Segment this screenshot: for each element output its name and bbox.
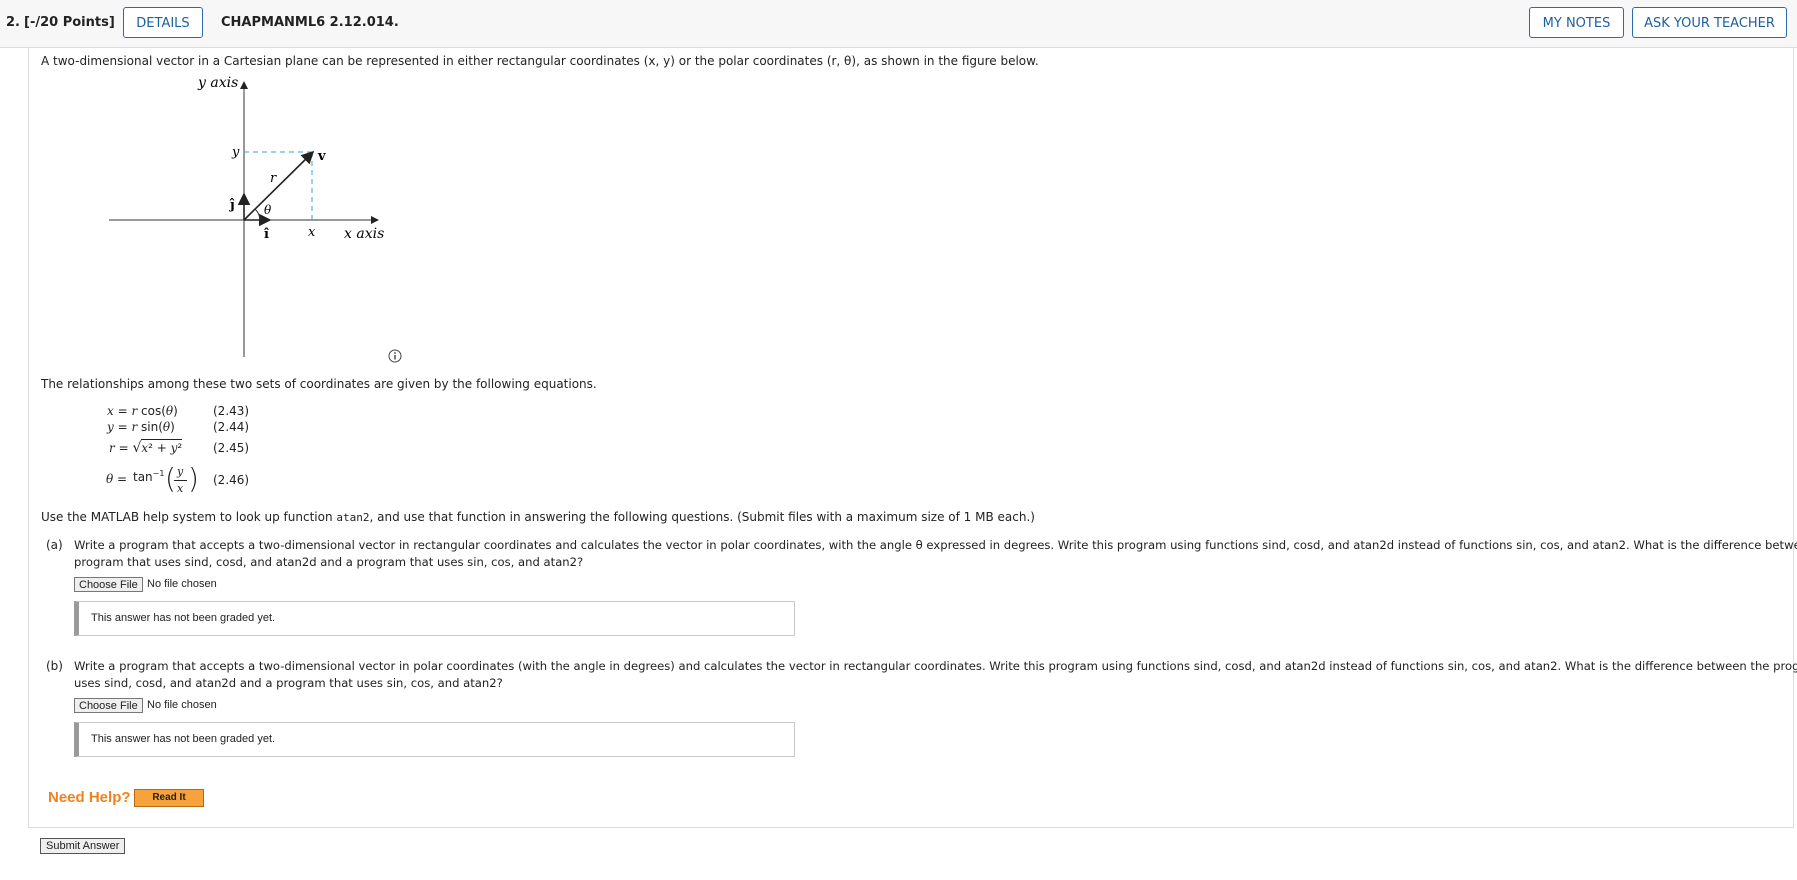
choose-file-button[interactable]: Choose File [74, 577, 143, 592]
part-b-label: (b) [46, 659, 63, 673]
grade-status-text: This answer has not been graded yet. [91, 612, 276, 624]
question-number: 2. [6, 15, 20, 30]
v-label: v [317, 149, 326, 164]
equation-number: (2.44) [213, 420, 250, 434]
points-label: [-/20 Points] [24, 15, 115, 30]
read-it-button[interactable]: Read It [134, 789, 204, 807]
part-a-question-line2: program that uses sind, cosd, and atan2d… [74, 555, 584, 569]
x-label: x [308, 225, 316, 240]
need-help-label: Need Help? [48, 789, 131, 806]
r-label: r [270, 171, 277, 186]
j-hat-label: ĵ [229, 198, 235, 213]
equation-number: (2.46) [213, 473, 250, 487]
my-notes-button[interactable]: MY NOTES [1529, 7, 1624, 38]
part-b-file-input[interactable]: Choose File No file chosen [74, 698, 274, 714]
ask-your-teacher-button[interactable]: ASK YOUR TEACHER [1632, 7, 1787, 38]
part-b-question-line2: uses sind, cosd, and atan2d and a progra… [74, 676, 503, 690]
relationships-text: The relationships among these two sets o… [41, 377, 597, 391]
question-header: 2. [-/20 Points] DETAILS CHAPMANML6 2.12… [0, 0, 1797, 48]
choose-file-button[interactable]: Choose File [74, 698, 143, 713]
no-file-chosen-text: No file chosen [147, 699, 217, 711]
equation-2-45: r = √x² + y² [109, 439, 183, 456]
vector-v [243, 150, 315, 221]
submit-answer-button[interactable]: Submit Answer [40, 838, 126, 854]
problem-code: CHAPMANML6 2.12.014. [221, 15, 399, 30]
grade-status-text: This answer has not been graded yet. [91, 733, 276, 745]
theta-label: θ [264, 203, 272, 217]
i-hat-label: î [264, 227, 269, 242]
part-a-grade-status: This answer has not been graded yet. [74, 601, 795, 636]
part-b-grade-status: This answer has not been graded yet. [74, 722, 795, 757]
part-a-question-line1: Write a program that accepts a two-dimen… [74, 538, 1797, 552]
intro-text: A two-dimensional vector in a Cartesian … [41, 54, 1039, 68]
equation-2-43: x = r cos(θ) [107, 404, 178, 418]
help-text: Use the MATLAB help system to look up fu… [41, 510, 1035, 524]
y-label: y [231, 145, 240, 160]
part-a-file-input[interactable]: Choose File No file chosen [74, 577, 274, 593]
details-button[interactable]: DETAILS [123, 7, 203, 38]
y-axis-label: y axis [197, 76, 238, 91]
no-file-chosen-text: No file chosen [147, 578, 217, 590]
info-circle-icon[interactable] [388, 349, 402, 363]
equation-number: (2.45) [213, 441, 250, 455]
vector-figure: y axis x axis y x r θ v ĵ î [109, 76, 384, 357]
theta-arc [254, 208, 261, 221]
equation-2-44: y = r sin(θ) [107, 420, 175, 434]
part-b-question-line1: Write a program that accepts a two-dimen… [74, 659, 1797, 673]
x-axis-label: x axis [344, 226, 384, 242]
equation-number: (2.43) [213, 404, 250, 418]
part-a-label: (a) [46, 538, 63, 552]
